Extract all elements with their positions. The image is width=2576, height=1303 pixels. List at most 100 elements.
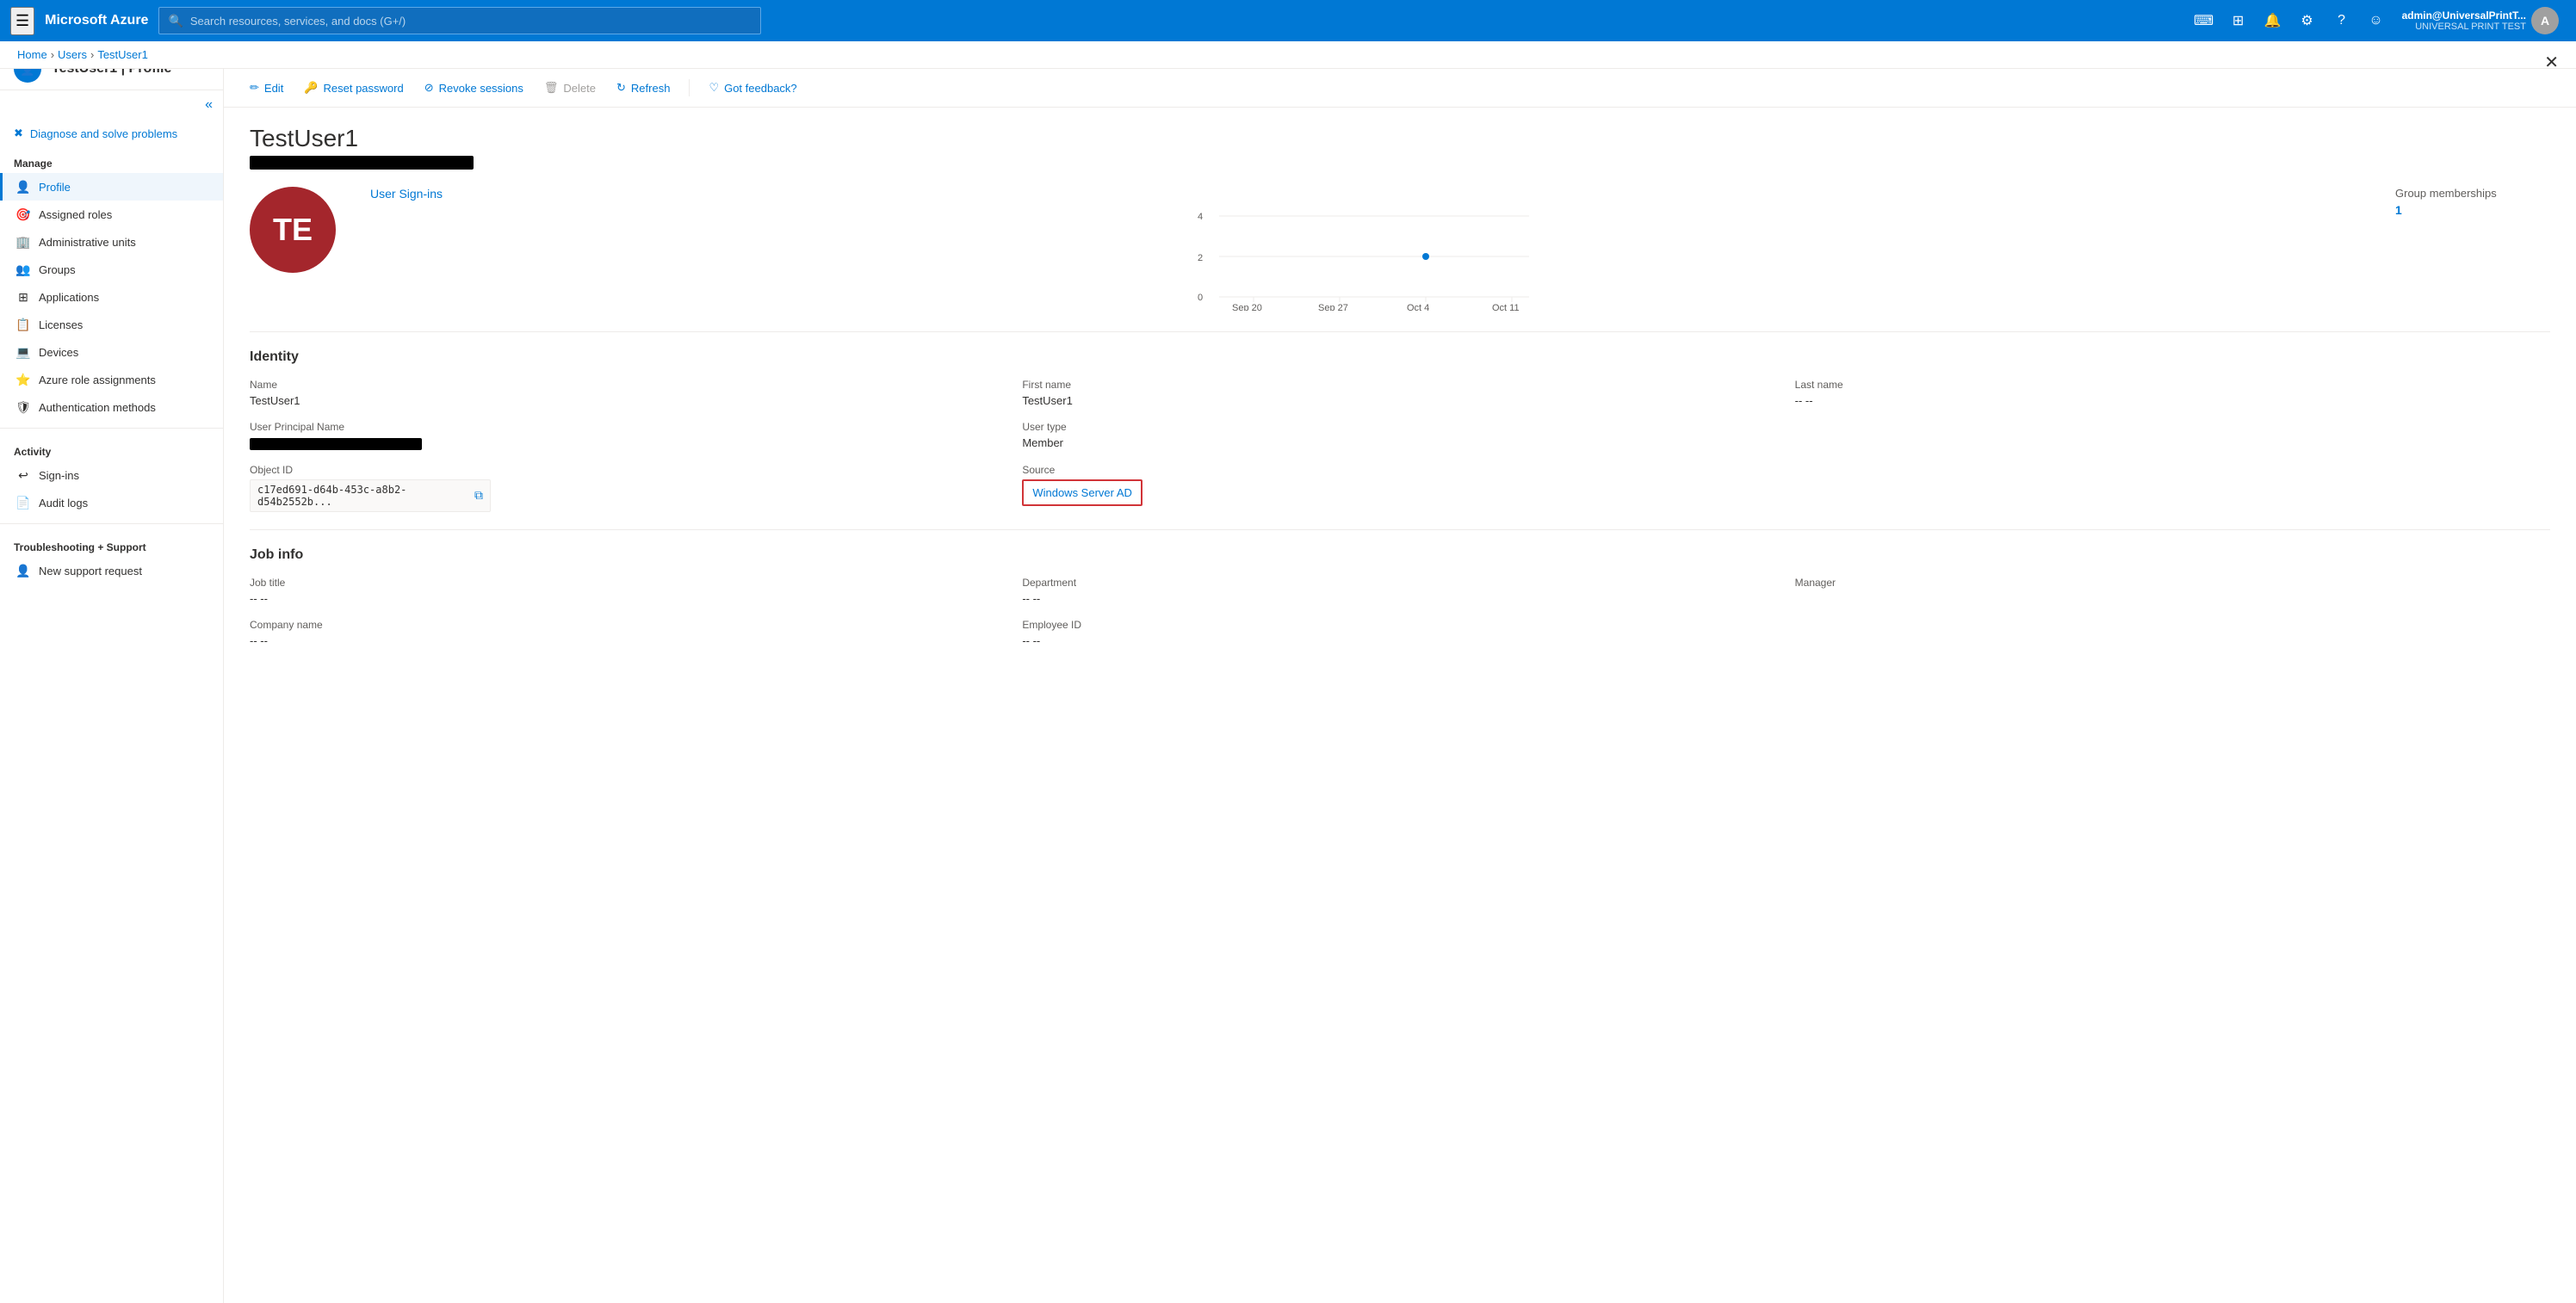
search-bar[interactable]: 🔍 [158, 7, 761, 34]
sidebar-divider-2 [0, 523, 223, 524]
identity-section-title: Identity [250, 349, 2550, 365]
profile-area: TestUser1 TE User Sign-ins 4 2 [224, 108, 2576, 682]
name-label: Name [250, 379, 1005, 391]
edit-label: Edit [264, 82, 283, 95]
notifications-button[interactable]: 🔔 [2257, 5, 2288, 36]
group-memberships-count[interactable]: 1 [2395, 203, 2550, 217]
sidebar-item-licenses[interactable]: 📋 Licenses [0, 311, 223, 338]
avatar: A [2531, 7, 2559, 34]
feedback-label: Got feedback? [724, 82, 797, 95]
user-display-name: admin@UniversalPrintT... [2402, 9, 2526, 22]
search-input[interactable] [190, 15, 752, 28]
close-button[interactable]: ✕ [2544, 52, 2559, 73]
feedback-button-toolbar[interactable]: ♡ Got feedback? [700, 76, 805, 100]
sidebar-item-groups[interactable]: 👥 Groups [0, 256, 223, 283]
brand-title: Microsoft Azure [45, 13, 148, 28]
devices-icon: 💻 [16, 345, 30, 359]
support-icon: 👤 [16, 564, 30, 577]
sidebar-item-applications[interactable]: ⊞ Applications [0, 283, 223, 311]
refresh-label: Refresh [631, 82, 671, 95]
copy-object-id-button[interactable]: ⧉ [474, 488, 483, 503]
job-info-section-title: Job info [250, 547, 2550, 563]
settings-button[interactable]: ⚙ [2292, 5, 2323, 36]
svg-text:Sep 27: Sep 27 [1318, 303, 1348, 311]
sidebar-item-azure-role-assignments[interactable]: ⭐ Azure role assignments [0, 366, 223, 393]
sign-ins-chart: 4 2 0 [370, 207, 2361, 311]
delete-button[interactable]: 🗑 Delete [536, 76, 604, 100]
key-icon: 🔑 [304, 81, 318, 95]
department-value: -- -- [1022, 592, 1777, 605]
field-job-title: Job title -- -- [250, 577, 1005, 605]
portal-menu-button[interactable]: ⊞ [2223, 5, 2254, 36]
svg-text:Oct 4: Oct 4 [1407, 303, 1429, 311]
sidebar-item-audit-logs[interactable]: 📄 Audit logs [0, 489, 223, 516]
diagnose-label: Diagnose and solve problems [30, 127, 177, 140]
employee-id-value: -- -- [1022, 634, 1777, 647]
source-value[interactable]: Windows Server AD [1032, 486, 1132, 499]
sidebar-item-profile[interactable]: 👤 Profile [0, 173, 223, 201]
help-button[interactable]: ? [2326, 5, 2357, 36]
name-value: TestUser1 [250, 394, 1005, 407]
job-info-section: Job info Job title -- -- Department -- -… [250, 529, 2550, 664]
profile-title: TestUser1 [250, 125, 2550, 152]
edit-icon: ✏ [250, 81, 259, 95]
reset-password-label: Reset password [324, 82, 404, 95]
chart-title[interactable]: User Sign-ins [370, 187, 2361, 201]
redacted-upn-bar [250, 156, 474, 170]
user-account-menu[interactable]: admin@UniversalPrintT... UNIVERSAL PRINT… [2395, 3, 2566, 38]
sign-ins-icon: ↩ [16, 468, 30, 482]
breadcrumb: Home › Users › TestUser1 [0, 41, 2576, 69]
diagnose-icon: ✖ [14, 127, 23, 140]
cloud-shell-button[interactable]: ⌨ [2189, 5, 2220, 36]
sidebar-item-assigned-roles[interactable]: 🎯 Assigned roles [0, 201, 223, 228]
revoke-icon: ⊘ [424, 81, 434, 95]
first-name-value: TestUser1 [1022, 394, 1777, 407]
user-avatar: TE [250, 187, 336, 273]
groups-icon: 👥 [16, 262, 30, 276]
sidebar-collapse-button[interactable]: « [201, 94, 216, 116]
admin-units-icon: 🏢 [16, 235, 30, 249]
svg-text:2: 2 [1198, 253, 1203, 263]
sidebar-item-administrative-units[interactable]: 🏢 Administrative units [0, 228, 223, 256]
sidebar-item-label-admin-units: Administrative units [39, 236, 136, 249]
feedback-button[interactable]: ☺ [2361, 5, 2392, 36]
field-manager: Manager [1795, 577, 2550, 605]
job-info-field-grid: Job title -- -- Department -- -- Manager [250, 577, 2550, 647]
revoke-sessions-label: Revoke sessions [439, 82, 523, 95]
sidebar-section-troubleshooting: Troubleshooting + Support [0, 531, 223, 557]
svg-text:0: 0 [1198, 293, 1203, 303]
edit-button[interactable]: ✏ Edit [241, 76, 292, 100]
app-body: 👤 TestUser1 | Profile « ✖ Diagnose and s… [0, 41, 2576, 1303]
action-bar: ✏ Edit 🔑 Reset password ⊘ Revoke session… [224, 69, 2576, 108]
object-id-container: c17ed691-d64b-453c-a8b2-d54b2552b... ⧉ [250, 479, 491, 512]
reset-password-button[interactable]: 🔑 Reset password [295, 76, 412, 100]
nav-icons: ⌨ ⊞ 🔔 ⚙ ? ☺ admin@UniversalPrintT... UNI… [2189, 3, 2566, 38]
field-last-name: Last name -- -- [1795, 379, 2550, 407]
refresh-button[interactable]: ↻ Refresh [608, 76, 678, 100]
top-nav: ☰ Microsoft Azure 🔍 ⌨ ⊞ 🔔 ⚙ ? ☺ admin@Un… [0, 0, 2576, 41]
last-name-value: -- -- [1795, 394, 2550, 407]
sidebar-item-devices[interactable]: 💻 Devices [0, 338, 223, 366]
sidebar-item-label-profile: Profile [39, 181, 71, 194]
field-employee-id: Employee ID -- -- [1022, 619, 1777, 647]
group-memberships-section: Group memberships 1 [2395, 187, 2550, 217]
svg-text:4: 4 [1198, 212, 1203, 222]
menu-hamburger-button[interactable]: ☰ [10, 7, 34, 35]
revoke-sessions-button[interactable]: ⊘ Revoke sessions [416, 76, 532, 100]
breadcrumb-users[interactable]: Users [58, 48, 87, 61]
sidebar-item-sign-ins[interactable]: ↩ Sign-ins [0, 461, 223, 489]
delete-icon: 🗑 [544, 81, 559, 95]
sidebar-item-authentication-methods[interactable]: 🛡 Authentication methods [0, 393, 223, 421]
upn-value [250, 436, 1005, 450]
group-memberships-label: Group memberships [2395, 187, 2550, 200]
breadcrumb-home[interactable]: Home [17, 48, 47, 61]
sidebar-item-diagnose[interactable]: ✖ Diagnose and solve problems [0, 120, 223, 147]
delete-label: Delete [563, 82, 596, 95]
sidebar-item-label-groups: Groups [39, 263, 76, 276]
auth-methods-icon: 🛡 [16, 400, 30, 414]
sidebar-item-new-support-request[interactable]: 👤 New support request [0, 557, 223, 584]
sidebar-item-label-licenses: Licenses [39, 318, 83, 331]
sidebar-section-activity: Activity [0, 435, 223, 461]
heart-icon: ♡ [709, 81, 719, 95]
chart-container: 4 2 0 [370, 207, 2361, 311]
